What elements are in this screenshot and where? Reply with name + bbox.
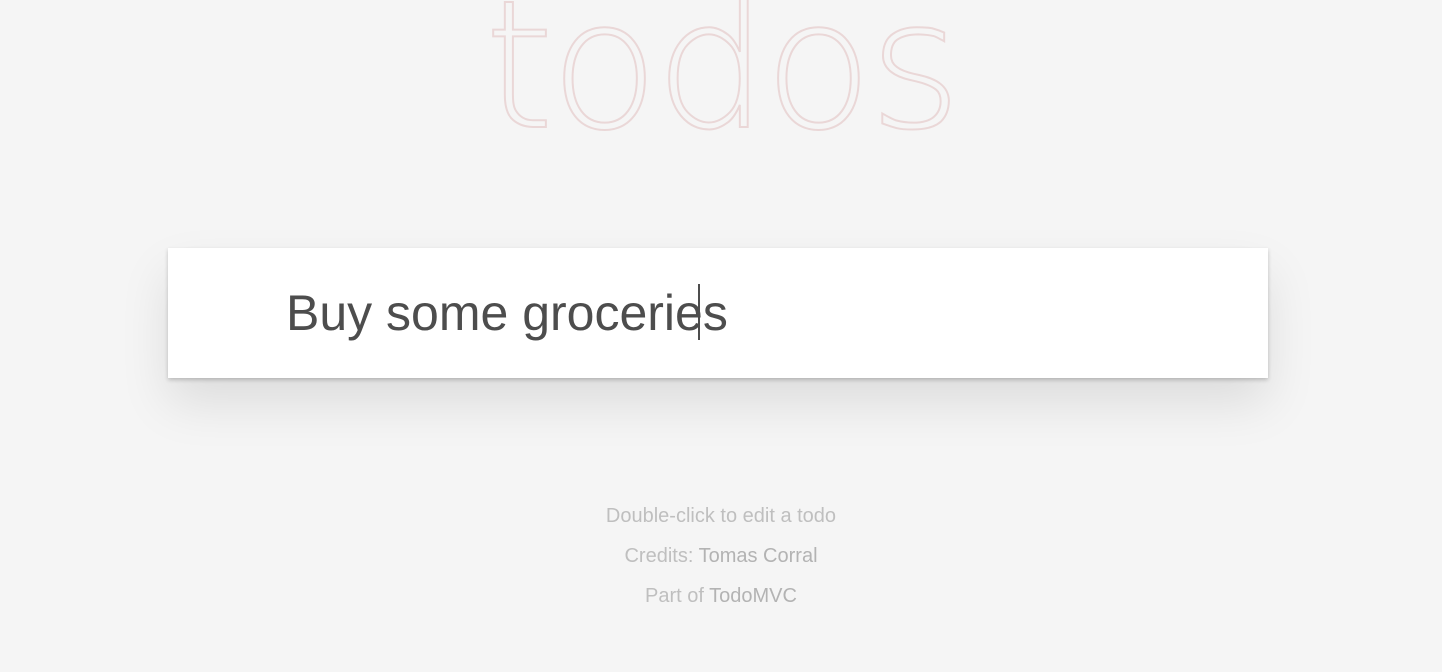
todo-panel: [168, 248, 1268, 378]
edit-hint: Double-click to edit a todo: [605, 505, 837, 527]
part-of-line: Part of TodoMVC: [0, 585, 1442, 607]
text-caret: [698, 284, 700, 340]
part-of-label: Part of: [645, 585, 710, 607]
credits-label: Credits:: [624, 545, 699, 567]
app-title: todos: [483, 0, 962, 169]
credits-author-link[interactable]: Tomas Corral: [699, 545, 818, 567]
credits-line: Credits: Tomas Corral: [0, 545, 1442, 567]
new-todo-input[interactable]: [168, 248, 1268, 378]
todomvc-link[interactable]: TodoMVC: [709, 585, 797, 607]
info-footer: Double-click to edit a todo Credits: Tom…: [0, 505, 1442, 625]
